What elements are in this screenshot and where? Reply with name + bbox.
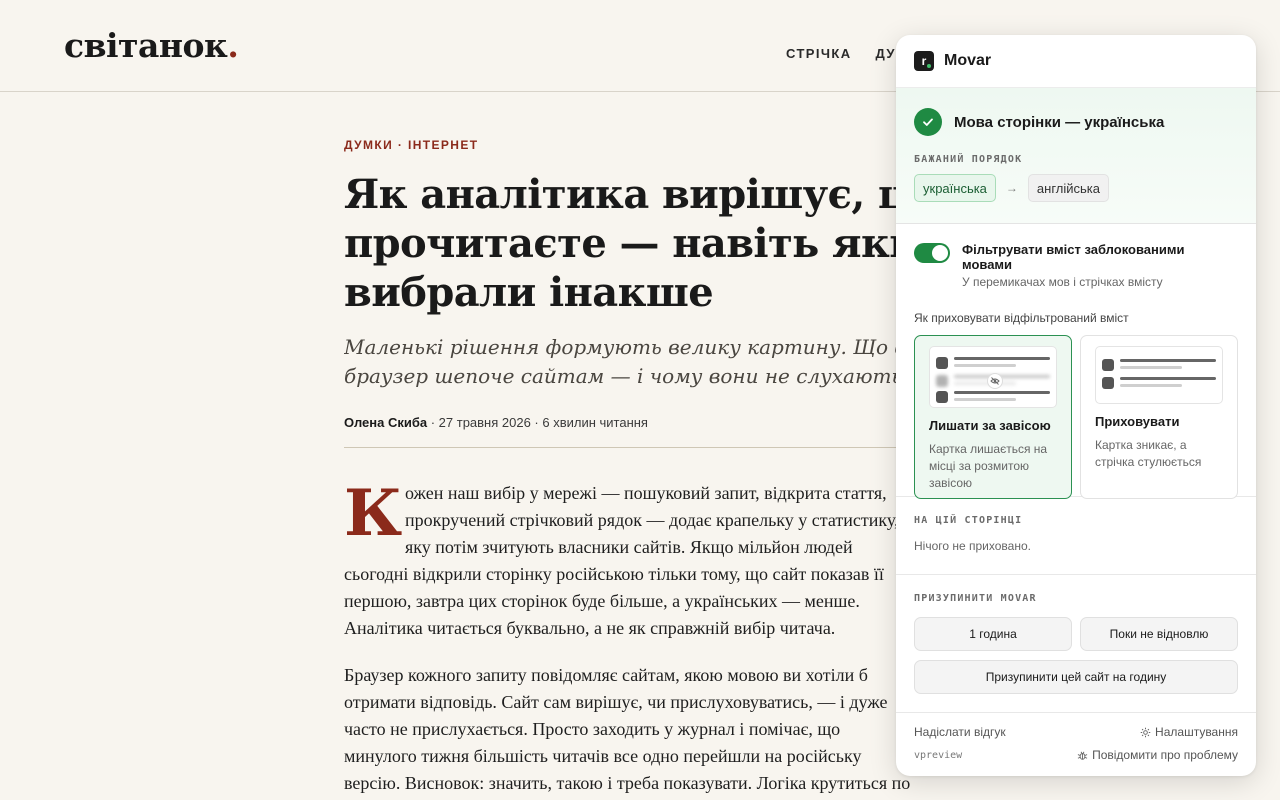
hide-mode-options: Лишати за завісою Картка лишається на мі… [914,335,1238,499]
article-paragraph: К ожен наш вибір у мережі — пошуковий за… [344,480,944,642]
headline-line: прочитаєте — навіть якщо ви [344,220,904,267]
article: ДУМКИ · ІНТЕРНЕТ Як аналітика вирішує, щ… [344,138,944,797]
headline-line: вибрали інакше [344,269,714,316]
drop-cap: К [344,476,403,551]
option-curtain-title: Лишати за завісою [929,418,1051,433]
send-feedback-link[interactable]: Надіслати відгук [914,725,1006,739]
article-paragraph: Браузер кожного запиту повідомляє сайтам… [344,662,944,797]
paragraph-line: ожен наш вибір у мережі — пошуковий запи… [405,483,887,503]
version-label: vpreview [914,749,963,761]
pause-site-button[interactable]: Призупинити цей сайт на годину [914,660,1238,694]
article-meta: · 27 травня 2026 · 6 хвилин читання [427,415,648,430]
pause-section: ПРИЗУПИНИТИ MOVAR 1 година Поки не відно… [896,575,1256,713]
pause-label: ПРИЗУПИНИТИ MOVAR [914,593,1037,604]
preview-row [1102,377,1216,389]
panel-brand-name: Movar [944,52,992,69]
pause-until-resumed-button[interactable]: Поки не відновлю [1080,617,1238,651]
dek-line: Маленькі рішення формують велику картину… [344,335,904,359]
curtain-preview [929,346,1057,408]
language-chip-secondary[interactable]: англійська [1027,174,1109,202]
settings-link[interactable]: Налаштування [1140,725,1238,739]
site-logo[interactable]: світанок. [64,26,239,65]
filter-toggle[interactable] [914,243,950,263]
movar-logo-icon: r [914,51,934,71]
option-curtain-description: Картка лишається на місці за розмитою за… [929,442,1048,490]
preferred-order-label: БАЖАНИЙ ПОРЯДОК [914,154,1023,165]
preferred-order-chips: українська → англійська [914,174,1238,202]
footer-row: vpreview Повідомити про проблему [914,748,1238,762]
paragraph-line: версію. Висновок: значить, такою і треба… [344,773,911,793]
option-hide-title: Приховувати [1095,414,1180,429]
article-body: К ожен наш вибір у мережі — пошуковий за… [344,480,944,797]
status-row: Мова сторінки — українська [914,108,1238,136]
site-logo-text: світанок [64,26,228,65]
gear-icon [1140,727,1151,737]
filter-toggle-title: Фільтрувати вміст заблокованими мовами [962,242,1185,272]
panel-header: r Movar [896,35,1256,88]
headline-line: Як аналітика вирішує, що ви [344,171,904,218]
article-dek: Маленькі рішення формують велику картину… [344,333,904,391]
article-kicker[interactable]: ДУМКИ · ІНТЕРНЕТ [344,138,944,152]
site-logo-dot: . [227,26,239,65]
filter-section: Фільтрувати вміст заблокованими мовами У… [896,224,1256,499]
hide-preview [1095,346,1223,404]
hidden-count-status: Нічого не приховано. [914,539,1031,553]
hide-mode-label: Як приховувати відфільтрований вміст [914,311,1129,325]
paragraph-line: першою, завтра цих сторінок буде більше,… [344,591,860,611]
this-page-label: НА ЦІЙ СТОРІНЦІ [914,515,1023,526]
settings-label: Налаштування [1155,725,1238,739]
report-problem-label: Повідомити про проблему [1092,748,1238,762]
paragraph-line: Аналітика читається буквально, а не як с… [344,618,836,638]
footer-row: Надіслати відгук Налаштування [914,725,1238,739]
pause-button-row: 1 година Поки не відновлю [914,617,1238,651]
preview-row [936,357,1050,369]
report-problem-link[interactable]: Повідомити про проблему [1077,748,1238,762]
arrow-right-icon: → [1005,181,1018,195]
check-icon [914,108,942,136]
paragraph-line: отримати відповідь. Сайт сам вирішує, чи… [344,692,888,712]
filter-toggle-text: Фільтрувати вміст заблокованими мовами У… [962,242,1238,289]
divider [344,447,904,448]
paragraph-line: яку потім зчитують власники сайтів. Якщо… [405,537,853,557]
filter-toggle-subtitle: У перемикачах мов і стрічках вмісту [962,275,1163,289]
option-hide-description: Картка зникає, а стрічка стулюється [1095,438,1202,469]
paragraph-line: Браузер кожного запиту повідомляє сайтам… [344,665,868,685]
paragraph-line: сьогодні відкрили сторінку російською ті… [344,564,884,584]
filter-toggle-row: Фільтрувати вміст заблокованими мовами У… [914,242,1238,289]
dek-line: браузер шепоче сайтам — і чому вони не с… [344,364,904,388]
option-curtain-card[interactable]: Лишати за завісою Картка лишається на мі… [914,335,1072,499]
language-status-section: Мова сторінки — українська БАЖАНИЙ ПОРЯД… [896,88,1256,224]
article-headline: Як аналітика вирішує, що ви прочитаєте —… [344,170,904,317]
paragraph-line: прокручений стрічковий рядок — додає кра… [405,510,899,530]
option-hide-card[interactable]: Приховувати Картка зникає, а стрічка сту… [1080,335,1238,499]
this-page-section: НА ЦІЙ СТОРІНЦІ Нічого не приховано. [896,497,1256,575]
preview-row [936,391,1050,403]
article-byline: Олена Скиба · 27 травня 2026 · 6 хвилин … [344,415,944,430]
panel-footer: Надіслати відгук Налаштування vpreview П… [896,713,1256,762]
paragraph-line: минулого тижня більшість читачів все одн… [344,746,862,766]
eye-off-icon [987,373,1003,389]
page-language-status: Мова сторінки — українська [954,113,1165,131]
language-chip-primary[interactable]: українська [914,174,996,202]
preview-row [1102,359,1216,371]
movar-extension-panel: r Movar Мова сторінки — українська БАЖАН… [896,35,1256,776]
pause-1-hour-button[interactable]: 1 година [914,617,1072,651]
nav-item-feed[interactable]: СТРІЧКА [786,46,852,61]
paragraph-line: часто не прислухається. Просто заходить … [344,719,841,739]
author-name[interactable]: Олена Скиба [344,415,427,430]
bug-icon [1077,751,1088,760]
